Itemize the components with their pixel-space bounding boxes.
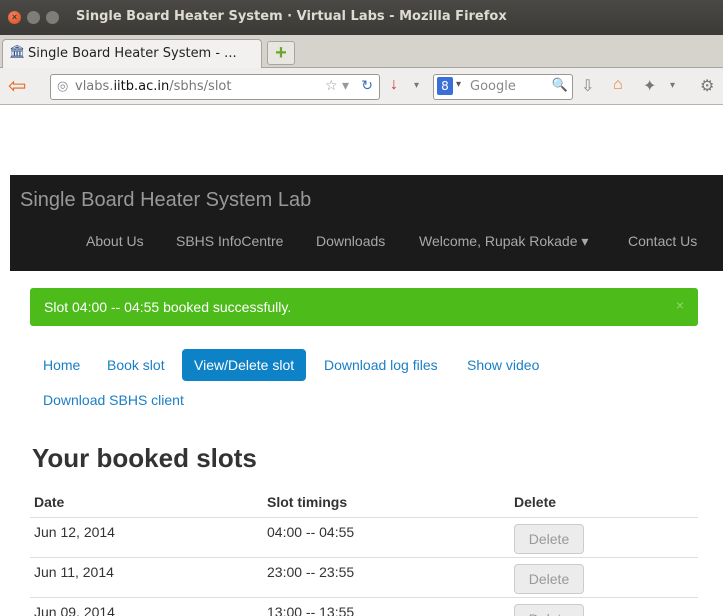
site-brand[interactable]: Single Board Heater System Lab: [20, 189, 311, 212]
download-status-icon[interactable]: ↓: [390, 76, 398, 94]
pill-download-sbhs-client[interactable]: Download SBHS client: [43, 384, 184, 416]
delete-button[interactable]: Delete: [514, 604, 584, 616]
column-header-slot-timings: Slot timings: [267, 494, 348, 510]
overflow-icon[interactable]: ⚙: [700, 76, 714, 96]
row-slot-timing: 23:00 -- 23:55: [267, 564, 355, 580]
bookmark-star-icon[interactable]: ☆ ▾: [325, 78, 349, 94]
nav-sbhs-infocentre[interactable]: SBHS InfoCentre: [176, 233, 283, 249]
row-slot-timing: 13:00 -- 13:55: [267, 604, 355, 616]
page-content: Single Board Heater System Lab About Us …: [0, 105, 723, 616]
window-title: Single Board Heater System · Virtual Lab…: [76, 9, 507, 24]
google-logo-icon: 8: [437, 77, 453, 95]
pill-view-delete-slot[interactable]: View/Delete slot: [182, 349, 307, 381]
table-row: Jun 11, 2014 23:00 -- 23:55 Delete: [30, 557, 698, 596]
close-window-button[interactable]: ×: [8, 11, 21, 24]
tab-bar: 🏛 Single Board Heater System - ... +: [0, 35, 723, 68]
globe-icon: ◎: [57, 79, 69, 94]
row-date: Jun 11, 2014: [34, 564, 114, 580]
back-arrow-icon[interactable]: ⇦: [8, 75, 26, 97]
site-favicon-icon: 🏛: [9, 45, 26, 60]
search-box[interactable]: 8 ▾ Google 🔍: [433, 74, 573, 100]
row-date: Jun 12, 2014: [34, 524, 115, 540]
search-input[interactable]: Google: [470, 79, 516, 94]
nav-contact-us[interactable]: Contact Us: [628, 233, 697, 249]
close-icon[interactable]: ×: [676, 297, 684, 313]
success-alert: Slot 04:00 -- 04:55 booked successfully.…: [30, 288, 698, 326]
search-icon[interactable]: 🔍: [552, 78, 568, 93]
row-date: Jun 09, 2014: [34, 604, 115, 616]
url-bar[interactable]: ◎ vlabs.iitb.ac.in/sbhs/slot ☆ ▾ ↻: [50, 74, 380, 100]
browser-tab[interactable]: 🏛 Single Board Heater System - ...: [2, 39, 262, 68]
home-icon[interactable]: ⌂: [613, 76, 623, 94]
pill-show-video[interactable]: Show video: [467, 349, 539, 381]
column-header-delete: Delete: [514, 494, 557, 510]
delete-button[interactable]: Delete: [514, 564, 584, 594]
plus-icon[interactable]: +: [267, 41, 295, 65]
maximize-window-button[interactable]: [46, 11, 59, 24]
pill-book-slot[interactable]: Book slot: [107, 349, 165, 381]
downloads-arrow-icon[interactable]: ⇩: [581, 76, 594, 96]
page-heading: Your booked slots: [32, 443, 257, 473]
row-slot-timing: 04:00 -- 04:55: [267, 524, 355, 540]
addon-icon[interactable]: ✦: [643, 76, 656, 96]
table-row: Jun 09, 2014 13:00 -- 13:55 Delete: [30, 597, 698, 616]
url-text: vlabs.iitb.ac.in/sbhs/slot: [75, 79, 232, 94]
delete-button[interactable]: Delete: [514, 524, 584, 554]
nav-user-menu[interactable]: Welcome, Rupak Rokade ▾: [419, 233, 588, 250]
nav-downloads[interactable]: Downloads: [316, 233, 385, 249]
pill-download-log-files[interactable]: Download log files: [324, 349, 438, 381]
pill-home[interactable]: Home: [43, 349, 80, 381]
site-navbar: Single Board Heater System Lab About Us …: [10, 175, 723, 271]
chevron-down-icon[interactable]: ▾: [670, 80, 675, 91]
alert-message: Slot 04:00 -- 04:55 booked successfully.: [44, 299, 292, 315]
chevron-down-icon[interactable]: ▾: [456, 79, 461, 90]
column-header-date: Date: [34, 494, 65, 510]
tab-label: Single Board Heater System - ...: [28, 46, 237, 61]
window-titlebar: × Single Board Heater System · Virtual L…: [0, 0, 723, 35]
table-row: Jun 12, 2014 04:00 -- 04:55 Delete: [30, 517, 698, 556]
navigation-toolbar: ⇦ ◎ vlabs.iitb.ac.in/sbhs/slot ☆ ▾ ↻ ↓ ▾…: [0, 68, 723, 105]
chevron-down-icon[interactable]: ▾: [414, 80, 419, 91]
nav-about-us[interactable]: About Us: [86, 233, 144, 249]
reload-icon[interactable]: ↻: [361, 78, 373, 94]
minimize-window-button[interactable]: [27, 11, 40, 24]
